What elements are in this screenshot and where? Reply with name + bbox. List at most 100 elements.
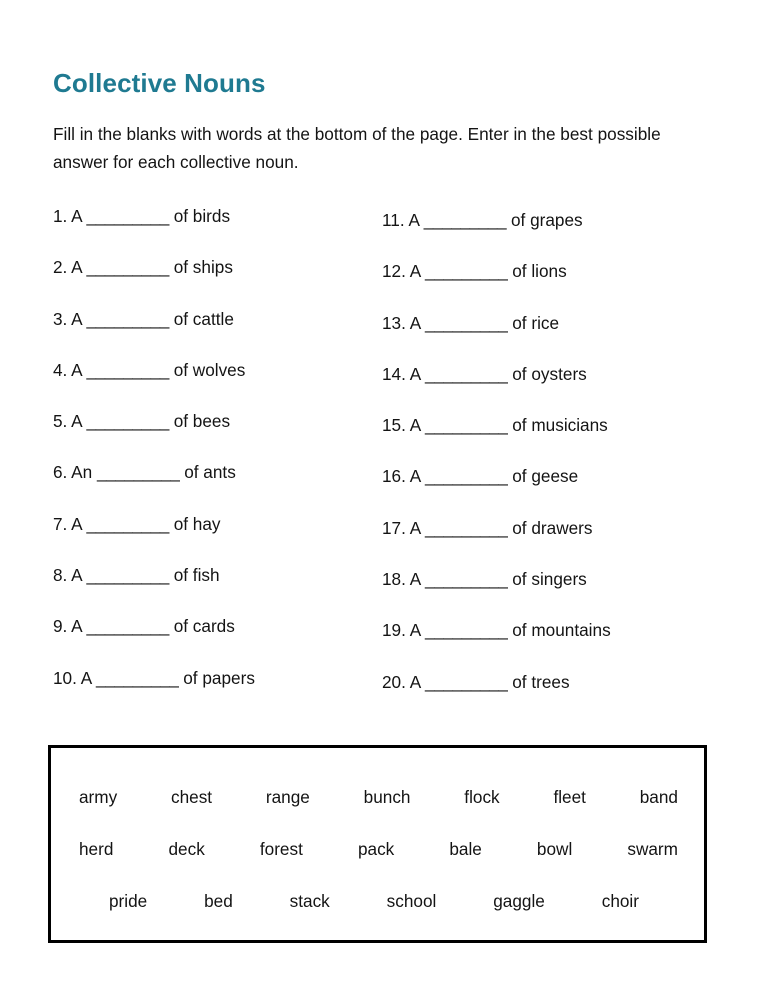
question-article: A <box>71 411 82 432</box>
answer-blank[interactable]: _________ <box>425 415 508 435</box>
word-bank-word[interactable]: bowl <box>537 838 572 860</box>
word-bank-word[interactable]: gaggle <box>493 890 545 912</box>
question-item: 7. A _________ of hay <box>53 513 383 564</box>
answer-blank[interactable]: _________ <box>425 569 508 589</box>
question-item: 1. A _________ of birds <box>53 205 383 256</box>
word-bank-row: army chest range bunch flock fleet band <box>79 786 678 808</box>
answer-blank[interactable]: _________ <box>425 518 508 538</box>
word-bank-row: herd deck forest pack bale bowl swarm <box>79 838 678 860</box>
question-noun-phrase: of birds <box>173 206 231 226</box>
word-bank-word[interactable]: band <box>640 786 678 808</box>
answer-blank[interactable]: _________ <box>425 620 508 640</box>
question-number: 10. <box>53 667 77 688</box>
question-number: 9. <box>53 616 68 637</box>
word-bank-word[interactable]: bunch <box>364 786 411 808</box>
question-number: 1. <box>53 206 68 226</box>
question-article: A <box>409 517 421 538</box>
question-number: 4. <box>53 359 68 380</box>
question-noun-phrase: of oysters <box>512 363 587 384</box>
question-column-left: 1. A _________ of birds 2. A _________ of… <box>53 205 383 718</box>
question-number: 14. <box>382 363 406 384</box>
word-bank-word[interactable]: deck <box>168 838 204 860</box>
question-article: A <box>409 312 421 333</box>
word-bank-word[interactable]: stack <box>290 890 330 912</box>
question-number: 15. <box>382 415 406 436</box>
question-number: 20. <box>382 671 406 692</box>
answer-blank[interactable]: _________ <box>96 668 179 688</box>
answer-blank[interactable]: _________ <box>425 466 508 486</box>
question-item: 20. A _________ of trees <box>382 671 732 722</box>
word-bank-word[interactable]: choir <box>602 890 639 912</box>
question-item: 3. A _________ of cattle <box>53 308 383 359</box>
answer-blank[interactable]: _________ <box>97 462 180 482</box>
word-bank-word[interactable]: pack <box>358 838 394 860</box>
word-bank-word[interactable]: bed <box>204 890 233 912</box>
word-bank-word[interactable]: school <box>387 890 437 912</box>
question-article: A <box>80 667 92 688</box>
answer-blank[interactable]: _________ <box>425 313 508 333</box>
word-bank-word[interactable]: herd <box>79 838 113 860</box>
question-number: 5. <box>53 411 68 432</box>
answer-blank[interactable]: _________ <box>86 257 169 277</box>
answer-blank[interactable]: _________ <box>86 360 169 380</box>
word-bank-word[interactable]: forest <box>260 838 303 860</box>
question-noun-phrase: of ships <box>173 257 233 278</box>
question-article: A <box>71 513 82 534</box>
answer-blank[interactable]: _________ <box>86 565 169 585</box>
answer-blank[interactable]: _________ <box>86 206 169 226</box>
word-bank-box: army chest range bunch flock fleet band herd dec… <box>48 745 707 943</box>
word-bank-word[interactable]: army <box>79 786 117 808</box>
question-noun-phrase: of mountains <box>512 620 611 641</box>
question-noun-phrase: of drawers <box>512 517 593 538</box>
question-item: 5. A _________ of bees <box>53 410 383 461</box>
word-bank-word[interactable]: swarm <box>627 838 678 860</box>
question-item: 9. A _________ of cards <box>53 615 383 666</box>
word-bank-word[interactable]: pride <box>109 890 147 912</box>
question-item: 6. An _________ of ants <box>53 461 383 512</box>
word-bank-word[interactable]: chest <box>171 786 212 808</box>
question-article: A <box>71 565 82 586</box>
question-article: A <box>71 308 82 329</box>
answer-blank[interactable]: _________ <box>425 261 508 281</box>
question-noun-phrase: of hay <box>173 513 221 534</box>
answer-blank[interactable]: _________ <box>425 364 508 384</box>
word-bank-word[interactable]: flock <box>464 786 499 808</box>
answer-blank[interactable]: _________ <box>86 309 169 329</box>
question-article: A <box>409 569 421 590</box>
question-number: 3. <box>53 308 68 329</box>
answer-blank[interactable]: _________ <box>86 411 169 431</box>
question-article: A <box>71 257 82 278</box>
answer-blank[interactable]: _________ <box>424 210 507 230</box>
question-article: A <box>409 620 421 641</box>
question-article: A <box>408 210 419 230</box>
question-noun-phrase: of singers <box>512 569 587 590</box>
word-bank-row: pride bed stack school gaggle choir <box>109 890 639 912</box>
question-noun-phrase: of ants <box>184 462 236 483</box>
question-noun-phrase: of geese <box>512 466 579 487</box>
word-bank-word[interactable]: fleet <box>553 786 586 808</box>
page-title: Collective Nouns <box>53 68 266 99</box>
question-noun-phrase: of rice <box>512 312 560 333</box>
question-number: 6. <box>53 462 68 483</box>
question-article: A <box>71 616 82 637</box>
question-item: 15. A _________ of musicians <box>382 414 732 465</box>
question-article: A <box>409 415 421 436</box>
question-noun-phrase: of bees <box>173 411 231 432</box>
question-noun-phrase: of lions <box>512 261 567 282</box>
question-item: 4. A _________ of wolves <box>53 359 383 410</box>
question-item: 12. A _________ of lions <box>382 260 732 311</box>
answer-blank[interactable]: _________ <box>86 514 169 534</box>
question-noun-phrase: of musicians <box>512 415 608 436</box>
question-number: 11. <box>382 210 405 230</box>
question-noun-phrase: of wolves <box>173 359 246 380</box>
answer-blank[interactable]: _________ <box>86 616 169 636</box>
question-article: A <box>409 363 421 384</box>
answer-blank[interactable]: _________ <box>425 672 508 692</box>
worksheet-page: Collective Nouns Fill in the blanks with… <box>0 0 768 994</box>
question-noun-phrase: of cards <box>173 616 235 637</box>
word-bank-word[interactable]: range <box>266 786 310 808</box>
word-bank-word[interactable]: bale <box>449 838 482 860</box>
question-noun-phrase: of grapes <box>510 210 583 230</box>
question-number: 19. <box>382 620 406 641</box>
question-number: 17. <box>382 517 406 538</box>
